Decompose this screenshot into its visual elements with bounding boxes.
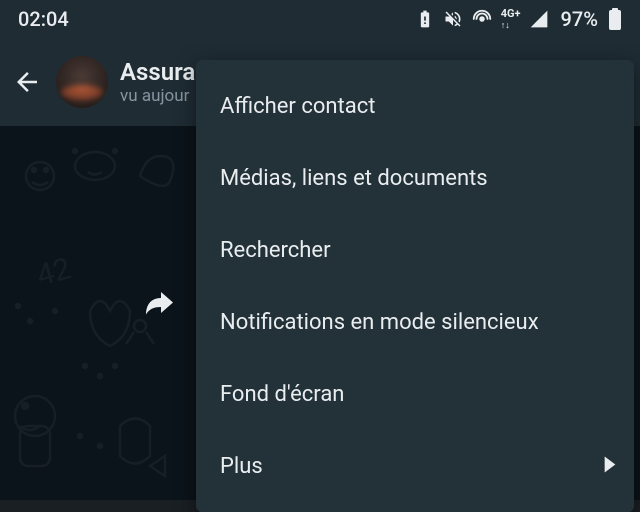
contact-info[interactable]: Assura vu aujour	[120, 58, 195, 106]
status-time: 02:04	[18, 7, 69, 31]
mute-icon	[443, 9, 463, 29]
forward-icon[interactable]	[140, 286, 176, 326]
battery-icon	[608, 8, 622, 30]
menu-item-label: Notifications en mode silencieux	[220, 310, 539, 335]
menu-item-label: Fond d'écran	[220, 382, 344, 407]
signal-icon	[529, 9, 549, 29]
menu-item-mute-notifications[interactable]: Notifications en mode silencieux	[196, 286, 634, 358]
menu-item-search[interactable]: Rechercher	[196, 214, 634, 286]
menu-item-media-links-docs[interactable]: Médias, liens et documents	[196, 142, 634, 214]
contact-name: Assura	[120, 58, 195, 86]
battery-saver-icon	[415, 9, 435, 29]
menu-item-wallpaper[interactable]: Fond d'écran	[196, 358, 634, 430]
menu-item-label: Afficher contact	[220, 94, 375, 119]
overflow-menu: Afficher contact Médias, liens et docume…	[196, 60, 634, 512]
chevron-right-icon	[604, 454, 616, 479]
menu-item-label: Plus	[220, 454, 263, 479]
avatar[interactable]	[56, 56, 108, 108]
status-bar: 02:04 4G+↑↓ 97%	[0, 0, 640, 38]
battery-percentage: 97%	[561, 7, 598, 31]
last-seen: vu aujour	[120, 86, 195, 106]
back-button[interactable]	[10, 65, 44, 99]
network-type-icon: 4G+↑↓	[501, 8, 521, 31]
menu-item-view-contact[interactable]: Afficher contact	[196, 70, 634, 142]
menu-item-more[interactable]: Plus	[196, 430, 634, 502]
menu-item-label: Médias, liens et documents	[220, 166, 488, 191]
back-arrow-icon	[12, 67, 42, 97]
svg-text:42: 42	[33, 251, 75, 294]
menu-item-label: Rechercher	[220, 238, 331, 263]
status-right: 4G+↑↓ 97%	[415, 7, 622, 31]
hotspot-icon	[471, 8, 493, 30]
